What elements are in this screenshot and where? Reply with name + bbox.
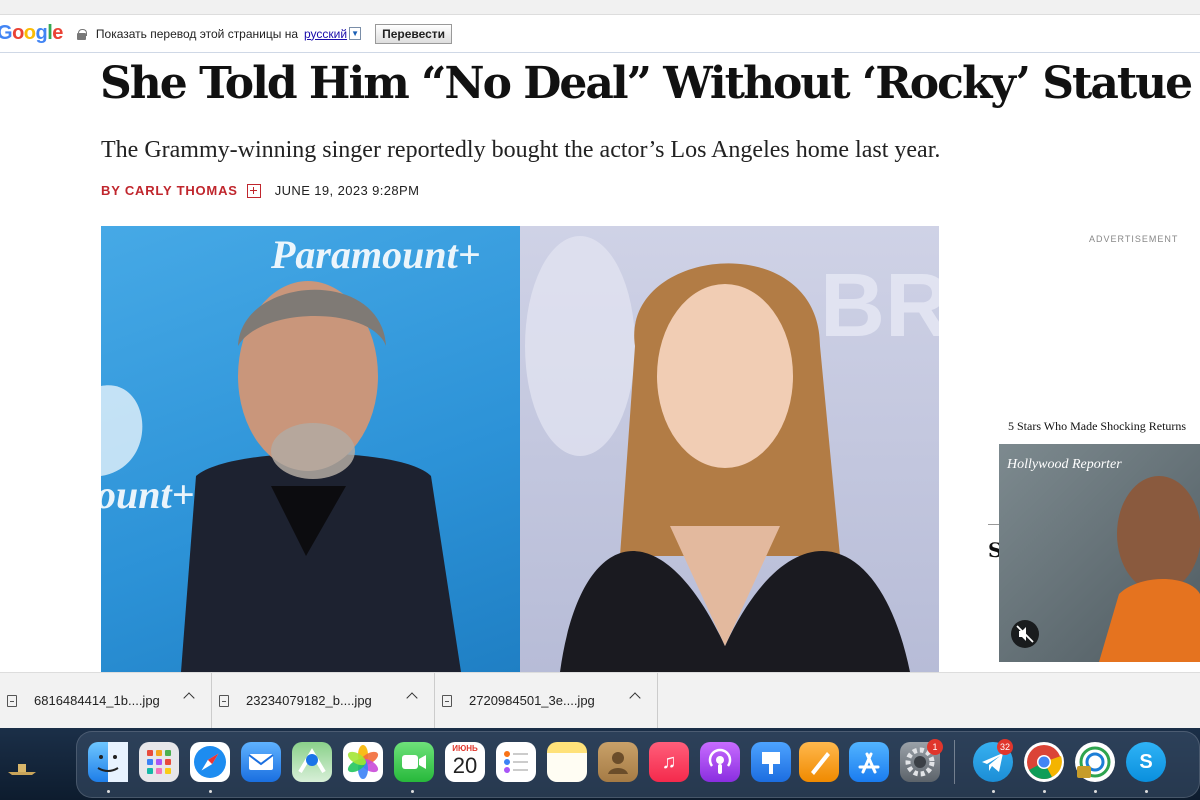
language-dropdown-icon[interactable]: ▼ xyxy=(349,27,362,40)
lock-icon xyxy=(76,28,87,40)
brits-sign-text: BR AW 20 xyxy=(820,256,939,356)
hero-photo-left: Paramount+ ount+ xyxy=(101,226,520,672)
calendar-day: 20 xyxy=(452,753,478,778)
bookmarks-bar xyxy=(0,0,1200,15)
app-store-icon[interactable] xyxy=(849,742,889,782)
contacts-icon[interactable] xyxy=(598,742,638,782)
calendar-month: ИЮНЬ xyxy=(452,744,478,753)
running-indicator xyxy=(107,790,110,793)
author-link[interactable]: BY CARLY THOMAS xyxy=(101,183,238,198)
video-title[interactable]: 5 Stars Who Made Shocking Returns xyxy=(1008,419,1186,434)
running-indicator xyxy=(411,790,414,793)
translate-bar: Google Показать перевод этой страницы на… xyxy=(0,15,1200,53)
network-utility-icon[interactable] xyxy=(1075,742,1115,782)
download-filename: 23234079182_b....jpg xyxy=(246,693,372,708)
running-indicator xyxy=(209,790,212,793)
telegram-badge: 32 xyxy=(997,739,1014,755)
download-item[interactable]: 23234079182_b....jpg xyxy=(212,672,435,729)
paramount-sign-text: Paramount+ xyxy=(270,232,481,277)
muted-speaker-icon xyxy=(1016,625,1034,643)
chevron-up-icon[interactable] xyxy=(183,691,195,704)
file-icon xyxy=(7,694,17,707)
mute-button[interactable] xyxy=(1011,620,1039,648)
download-filename: 6816484414_1b....jpg xyxy=(34,693,160,708)
mail-icon[interactable] xyxy=(241,742,281,782)
download-item[interactable]: 6816484414_1b....jpg xyxy=(0,672,212,729)
safari-icon[interactable] xyxy=(190,742,230,782)
running-indicator xyxy=(992,790,995,793)
downloads-bar: 6816484414_1b....jpg 23234079182_b....jp… xyxy=(0,672,1200,729)
settings-badge: 1 xyxy=(927,739,943,755)
translate-message: Показать перевод этой страницы на xyxy=(95,26,298,41)
paramount-sign-partial: ount+ xyxy=(101,472,194,517)
pages-icon[interactable] xyxy=(799,742,839,782)
finder-icon[interactable] xyxy=(88,742,128,782)
publish-date: JUNE 19, 2023 9:28PM xyxy=(274,183,420,198)
running-indicator xyxy=(1094,790,1097,793)
download-item[interactable]: 2720984501_3e....jpg xyxy=(435,672,658,729)
download-filename: 2720984501_3e....jpg xyxy=(469,693,595,708)
article-subhead: The Grammy-winning singer reportedly bou… xyxy=(101,137,941,163)
hero-photo-right: BR AW 20 xyxy=(520,226,939,672)
desktop-ship-icon xyxy=(8,764,36,775)
byline: BY CARLY THOMAS JUNE 19, 2023 9:28PM xyxy=(101,183,419,198)
running-indicator xyxy=(1145,790,1148,793)
facetime-icon[interactable] xyxy=(394,742,434,782)
follow-plus-icon[interactable] xyxy=(246,183,261,198)
maps-icon[interactable] xyxy=(292,742,332,782)
article-headline: She Told Him “No Deal” Without ‘Rocky’ S… xyxy=(100,58,1193,109)
translate-language-link[interactable]: русский xyxy=(304,27,347,41)
advertisement-label: ADVERTISEMENT xyxy=(1089,234,1179,244)
keynote-icon[interactable] xyxy=(751,742,791,782)
chevron-up-icon[interactable] xyxy=(406,691,418,704)
music-icon[interactable]: ♫ xyxy=(649,742,689,782)
notes-icon[interactable] xyxy=(547,742,587,782)
photos-icon[interactable] xyxy=(343,742,383,782)
translate-button[interactable]: Перевести xyxy=(375,23,453,44)
file-icon xyxy=(219,694,229,707)
podcasts-icon[interactable] xyxy=(700,742,740,782)
calendar-icon[interactable]: ИЮНЬ 20 xyxy=(445,742,485,782)
reminders-icon[interactable] xyxy=(496,742,536,782)
chrome-icon[interactable] xyxy=(1024,742,1064,782)
chevron-up-icon[interactable] xyxy=(629,691,641,704)
file-icon xyxy=(442,694,452,707)
running-indicator xyxy=(1043,790,1046,793)
video-brand-text: Hollywood Reporter xyxy=(1006,457,1122,472)
skype-icon[interactable]: S xyxy=(1126,742,1166,782)
google-logo: Google xyxy=(0,22,63,44)
launchpad-icon[interactable] xyxy=(139,742,179,782)
hero-image: Paramount+ ount+ BR AW 20 xyxy=(101,226,939,672)
dock-separator xyxy=(954,740,955,784)
